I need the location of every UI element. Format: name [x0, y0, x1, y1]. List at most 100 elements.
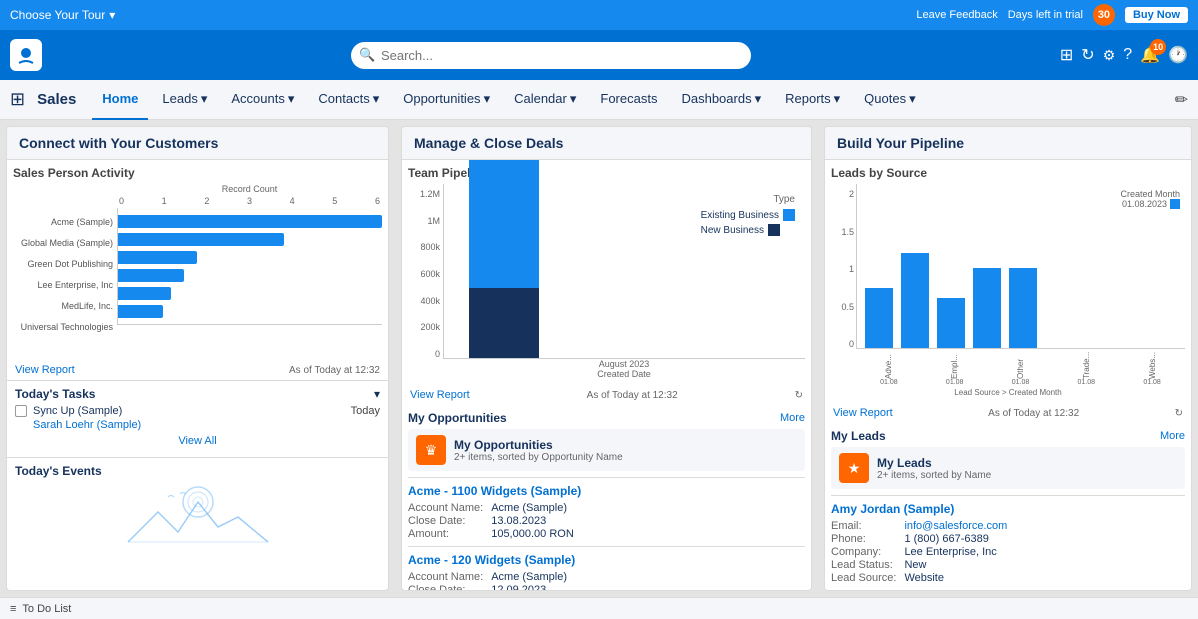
main-content: Connect with Your Customers Sales Person…: [0, 120, 1198, 597]
leads-bar-1: [865, 288, 893, 348]
buy-now-button[interactable]: Buy Now: [1125, 7, 1188, 23]
grid-icon[interactable]: ⊞: [1060, 45, 1073, 65]
tasks-dropdown-icon[interactable]: ▾: [374, 387, 380, 401]
opp-account-1: Acme (Sample): [491, 502, 805, 514]
pipeline-x-label: August 2023 Created Date: [408, 359, 805, 379]
py-label-5: 200k: [408, 322, 440, 332]
nav-reports[interactable]: Reports ▾: [775, 80, 850, 120]
lead-company-1: Lee Enterprise, Inc: [904, 546, 1185, 558]
middle-view-report-link[interactable]: View Report: [410, 389, 470, 401]
leads-x-label-1: Adve... 01.08: [880, 351, 898, 386]
bar-1: [118, 215, 382, 228]
events-section: Today's Events: [7, 457, 388, 590]
nav-calendar[interactable]: Calendar ▾: [504, 80, 586, 120]
lead-source-label-1: Lead Source:: [831, 572, 896, 584]
notification-count: 10: [1150, 39, 1166, 55]
tick-2: 2: [204, 196, 209, 206]
company-label-4: Lee Enterprise, Inc: [13, 280, 113, 290]
apps-icon[interactable]: ⊞: [10, 89, 25, 110]
refresh-right-icon[interactable]: ↻: [1175, 408, 1183, 419]
bar-row-3: [118, 248, 382, 266]
task-link-1[interactable]: Sarah Loehr (Sample): [33, 419, 141, 431]
refresh-icon[interactable]: ↻: [1081, 45, 1094, 65]
leads-bar-col-1: [865, 288, 893, 348]
py-label-1: 1M: [408, 216, 440, 226]
middle-panel-title: Manage & Close Deals: [402, 127, 811, 160]
leads-bar-col-4: [973, 268, 1001, 348]
nav-quotes[interactable]: Quotes ▾: [854, 80, 925, 120]
settings-icon[interactable]: ⚙: [1103, 47, 1116, 64]
list-icon: ≡: [10, 603, 16, 615]
nav-edit-icon[interactable]: ✏: [1175, 90, 1188, 110]
pipeline-month-label: August 2023: [599, 359, 650, 369]
my-leads-section-title: My Leads: [831, 429, 886, 443]
clock-icon[interactable]: 🕐: [1168, 45, 1188, 65]
chart-x-label: Record Count: [117, 184, 382, 194]
middle-chart-timestamp: As of Today at 12:32: [587, 390, 678, 401]
lead-company-label-1: Company:: [831, 546, 896, 558]
bar-3: [118, 251, 197, 264]
left-chart-footer: View Report As of Today at 12:32: [7, 360, 388, 380]
nav-forecasts[interactable]: Forecasts: [590, 80, 667, 120]
opp-name-2[interactable]: Acme - 120 Widgets (Sample): [408, 553, 805, 567]
notifications-icon[interactable]: 🔔 10: [1140, 45, 1160, 65]
todo-list-label[interactable]: To Do List: [22, 603, 71, 615]
right-panel-title: Build Your Pipeline: [825, 127, 1191, 160]
chart-title: Sales Person Activity: [13, 166, 382, 180]
task-date-1: Today: [351, 405, 380, 417]
ly-label-1: 1.5: [831, 227, 854, 237]
nav-contacts[interactable]: Contacts ▾: [308, 80, 389, 120]
lead-source-1: Website: [904, 572, 1185, 584]
bar-row-2: [118, 230, 382, 248]
events-illustration: [15, 482, 380, 555]
legend-type-label: Type: [701, 194, 795, 205]
chevron-down-icon: ▾: [909, 91, 916, 107]
left-view-report-link[interactable]: View Report: [15, 364, 75, 376]
bar-4: [118, 269, 184, 282]
view-all-button[interactable]: View All: [15, 431, 380, 451]
my-opps-banner: ♛ My Opportunities 2+ items, sorted by O…: [408, 429, 805, 471]
lead-status-label-1: Lead Status:: [831, 559, 896, 571]
right-chart-footer: View Report As of Today at 12:32 ↻: [825, 403, 1191, 423]
chevron-down-icon: ▾: [373, 91, 380, 107]
lead-status-1: New: [904, 559, 1185, 571]
opp-card-1: Acme - 1100 Widgets (Sample) Account Nam…: [408, 477, 805, 546]
opps-more-link[interactable]: More: [780, 412, 805, 424]
right-chart-timestamp: As of Today at 12:32: [988, 408, 1079, 419]
py-label-2: 800k: [408, 242, 440, 252]
bar-row-6: [118, 302, 382, 320]
leads-x-label-5: Webs... 01.08: [1143, 351, 1161, 386]
search-bar[interactable]: 🔍: [351, 42, 751, 69]
nav-dashboards[interactable]: Dashboards ▾: [671, 80, 771, 120]
opp-name-1[interactable]: Acme - 1100 Widgets (Sample): [408, 484, 805, 498]
chevron-down-icon: ▾: [484, 91, 491, 107]
nav-accounts[interactable]: Accounts ▾: [221, 80, 304, 120]
task-checkbox-1[interactable]: [15, 405, 27, 417]
right-view-report-link[interactable]: View Report: [833, 407, 893, 419]
choose-tour-dropdown[interactable]: Choose Your Tour ▾: [10, 8, 115, 22]
opp-label-close-2: Close Date:: [408, 584, 483, 591]
my-leads-section: My Leads More ★ My Leads 2+ items, sorte…: [825, 423, 1191, 591]
nav-home[interactable]: Home: [92, 80, 148, 120]
ly-label-2: 1: [831, 264, 854, 274]
nav-opportunities[interactable]: Opportunities ▾: [393, 80, 500, 120]
left-chart-timestamp: As of Today at 12:32: [289, 365, 380, 376]
lead-name-1[interactable]: Amy Jordan (Sample): [831, 502, 1185, 516]
nav-leads[interactable]: Leads ▾: [152, 80, 217, 120]
lead-email-1[interactable]: info@salesforce.com: [904, 520, 1185, 532]
refresh-chart-icon[interactable]: ↻: [795, 390, 803, 401]
choose-tour-label: Choose Your Tour: [10, 8, 105, 22]
bar-row-5: [118, 284, 382, 302]
py-label-0: 1.2M: [408, 189, 440, 199]
leads-x-label-3: Other 01.08: [1012, 351, 1030, 386]
leads-date-label: 01.08.2023: [1122, 199, 1167, 209]
tasks-section: Today's Tasks ▾ Sync Up (Sample) Today S…: [7, 380, 388, 457]
bar-new-business: [469, 288, 539, 358]
leads-chart-legend: Created Month 01.08.2023: [1120, 189, 1180, 209]
leave-feedback-link[interactable]: Leave Feedback: [916, 9, 997, 21]
help-icon[interactable]: ?: [1123, 46, 1132, 64]
leads-more-link[interactable]: More: [1160, 430, 1185, 442]
search-input[interactable]: [351, 42, 751, 69]
company-label-6: Universal Technologies: [13, 322, 113, 332]
pipeline-legend: Type Existing Business New Business: [701, 194, 795, 236]
